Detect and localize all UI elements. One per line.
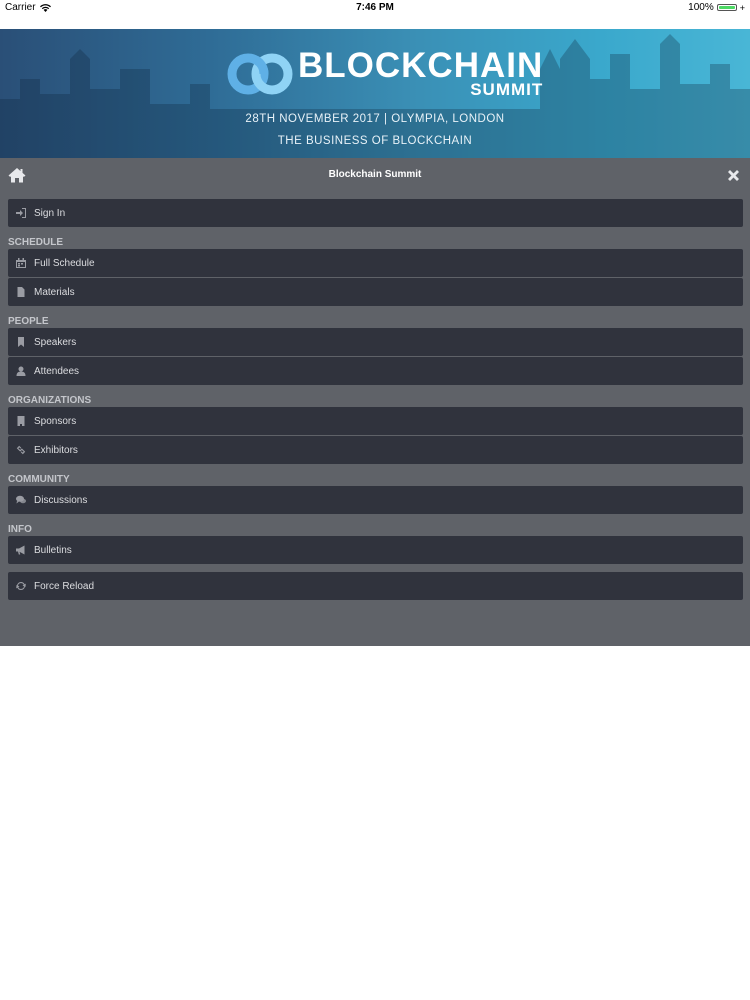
battery-fill: [718, 6, 735, 9]
battery-percent: 100%: [688, 2, 714, 13]
section-community: COMMUNITY: [8, 474, 70, 485]
section-people: PEOPLE: [8, 316, 49, 327]
section-organizations: ORGANIZATIONS: [8, 395, 92, 406]
menu-item-bulletins[interactable]: Bulletins: [8, 536, 743, 564]
building-icon: [15, 415, 27, 427]
status-bar: Carrier 7:46 PM 100% +: [0, 0, 750, 29]
logo-text: BLOCKCHAIN SUMMIT: [298, 46, 544, 99]
charging-icon: +: [739, 2, 745, 13]
sign-in-icon: [15, 207, 27, 219]
menu-item-full-schedule[interactable]: Full Schedule: [8, 249, 743, 277]
menu-item-sponsors[interactable]: Sponsors: [8, 407, 743, 435]
menu-item-discussions[interactable]: Discussions: [8, 486, 743, 514]
clock: 7:46 PM: [356, 2, 394, 13]
comments-icon: [15, 494, 27, 506]
menu-item-label: Force Reload: [34, 580, 95, 592]
logo-title: BLOCKCHAIN: [298, 46, 544, 85]
file-icon: [15, 286, 27, 298]
menu-item-label: Full Schedule: [34, 257, 95, 269]
section-info: INFO: [8, 524, 32, 535]
event-date-location: 28TH NOVEMBER 2017 | OLYMPIA, LONDON: [245, 113, 505, 125]
menu-item-materials[interactable]: Materials: [8, 278, 743, 306]
event-banner: BLOCKCHAIN SUMMIT 28TH NOVEMBER 2017 | O…: [0, 29, 750, 158]
link-icon: [15, 444, 27, 456]
bullhorn-icon: [15, 544, 27, 556]
menu-item-label: Attendees: [34, 365, 80, 377]
menu-item-label: Exhibitors: [34, 444, 78, 456]
calendar-icon: [15, 257, 27, 269]
user-icon: [15, 365, 27, 377]
battery-icon: [716, 4, 737, 11]
menu-item-label: Discussions: [34, 494, 88, 506]
menu-item-label: Sign In: [34, 207, 66, 219]
refresh-icon: [15, 580, 27, 592]
menu-header: Blockchain Summit: [0, 158, 750, 192]
close-icon[interactable]: [726, 168, 741, 183]
menu-item-label: Bulletins: [34, 544, 72, 556]
menu-item-speakers[interactable]: Speakers: [8, 328, 743, 356]
menu-item-label: Sponsors: [34, 415, 77, 427]
event-tagline: THE BUSINESS OF BLOCKCHAIN: [277, 135, 473, 147]
event-logo: BLOCKCHAIN SUMMIT: [226, 46, 544, 99]
menu-item-sign-in[interactable]: Sign In: [8, 199, 743, 227]
bookmark-icon: [15, 336, 27, 348]
menu-item-attendees[interactable]: Attendees: [8, 357, 743, 385]
menu-item-label: Speakers: [34, 336, 77, 348]
chain-logo-icon: [227, 53, 293, 95]
menu-item-force-reload[interactable]: Force Reload: [8, 572, 743, 600]
section-schedule: SCHEDULE: [8, 237, 64, 248]
menu-item-exhibitors[interactable]: Exhibitors: [8, 436, 743, 464]
status-right: 100% +: [688, 2, 745, 13]
menu-item-label: Materials: [34, 286, 75, 298]
side-menu: Blockchain Summit Sign In SCHEDULE Full …: [0, 158, 750, 646]
menu-title: Blockchain Summit: [328, 169, 422, 180]
